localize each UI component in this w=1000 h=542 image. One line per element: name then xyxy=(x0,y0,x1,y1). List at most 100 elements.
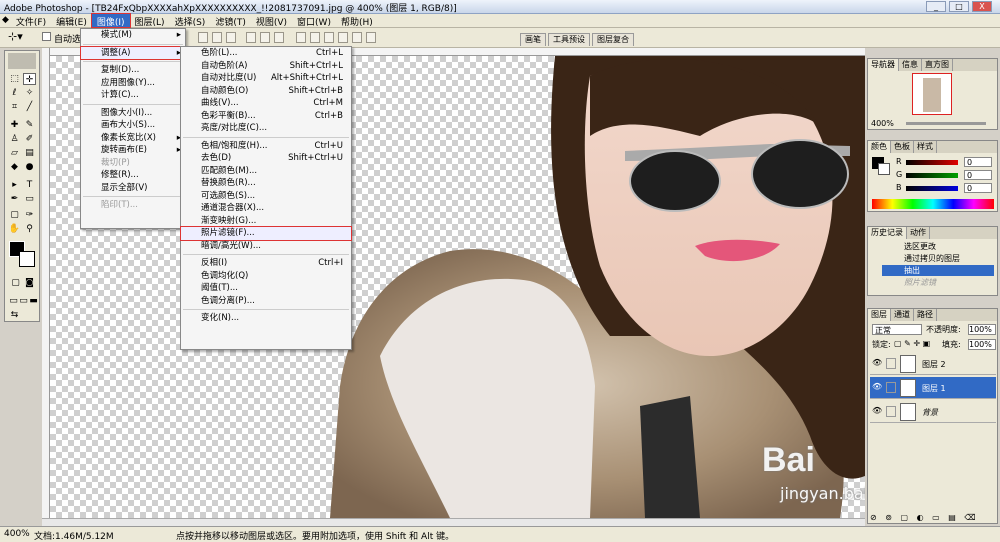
app-icon[interactable]: ◆ xyxy=(0,14,11,27)
history-state[interactable]: 抽出 xyxy=(882,265,994,276)
image-menu-item[interactable]: 陷印(T)... xyxy=(81,199,185,212)
menu-file[interactable]: 文件(F) xyxy=(11,14,51,28)
blend-mode-select[interactable]: 正常 xyxy=(872,324,922,335)
blur-tool-icon[interactable]: ◆ xyxy=(8,161,21,173)
marquee-tool-icon[interactable]: ⬚ xyxy=(8,73,21,85)
tab-tool-presets[interactable]: 工具预设 xyxy=(548,33,590,46)
adjust-menu-item[interactable]: 通道混合器(X)... xyxy=(181,202,351,215)
adjust-menu-item[interactable]: 色阶(L)... Ctrl+L xyxy=(181,47,351,60)
standard-mode-icon[interactable]: ▢ xyxy=(9,277,22,289)
distribute-top-icon[interactable] xyxy=(296,32,306,43)
menu-edit[interactable]: 编辑(E) xyxy=(51,14,92,28)
tab-layer-comps[interactable]: 图层复合 xyxy=(592,33,634,46)
channel-value-input[interactable]: 0 xyxy=(964,170,992,180)
adjust-menu-item[interactable]: 色相/饱和度(H)... Ctrl+U xyxy=(181,140,351,153)
color-bg-swatch[interactable] xyxy=(878,163,890,175)
navigator-zoom-slider[interactable] xyxy=(906,122,986,125)
image-menu-item[interactable]: 图像大小(I)... xyxy=(81,107,185,120)
adjust-menu-item[interactable]: 色彩平衡(B)... Ctrl+B xyxy=(181,110,351,123)
adjust-menu-item[interactable]: 变化(N)... xyxy=(181,312,351,325)
link-icon[interactable] xyxy=(886,406,896,417)
image-menu-item[interactable]: 调整(A) ▸ xyxy=(80,45,186,60)
background-color-swatch[interactable] xyxy=(19,251,35,267)
navigator-thumbnail[interactable] xyxy=(912,73,952,115)
close-button[interactable]: X xyxy=(972,1,992,12)
menu-layer[interactable]: 图层(L) xyxy=(130,14,170,28)
adjust-menu-item[interactable]: 暗调/高光(W)... xyxy=(181,240,351,253)
adjust-menu-item[interactable]: 可选颜色(S)... xyxy=(181,190,351,203)
navigator-zoom[interactable]: 400% xyxy=(871,119,894,128)
adjust-menu-item[interactable]: 自动对比度(U) Alt+Shift+Ctrl+L xyxy=(181,72,351,85)
fill-input[interactable]: 100% xyxy=(968,339,996,350)
channel-value-input[interactable]: 0 xyxy=(964,183,992,193)
move-tool-icon[interactable]: ⊹▾ xyxy=(8,30,23,43)
tab-styles[interactable]: 样式 xyxy=(914,141,937,153)
image-menu-item[interactable]: 画布大小(S)... xyxy=(81,119,185,132)
eyedropper-icon[interactable]: ✑ xyxy=(23,209,36,221)
adjust-menu-item[interactable]: 去色(D) Shift+Ctrl+U xyxy=(181,152,351,165)
distribute-left-icon[interactable] xyxy=(338,32,348,43)
healing-brush-icon[interactable]: ✚ xyxy=(8,119,21,131)
tab-history[interactable]: 历史记录 xyxy=(868,227,907,239)
align-bottom-icon[interactable] xyxy=(226,32,236,43)
history-state[interactable]: 选区更改 xyxy=(882,241,994,252)
link-icon[interactable] xyxy=(886,382,896,393)
image-menu-item[interactable]: 裁切(P) xyxy=(81,157,185,170)
tab-brushes[interactable]: 画笔 xyxy=(520,33,546,46)
tab-histogram[interactable]: 直方图 xyxy=(922,59,953,71)
adjust-menu-item[interactable]: 替换颜色(R)... xyxy=(181,177,351,190)
menu-filter[interactable]: 滤镜(T) xyxy=(210,14,251,28)
notes-tool-icon[interactable]: ▢ xyxy=(8,209,21,221)
slice-tool-icon[interactable]: ╱ xyxy=(23,101,36,113)
jump-to-imageready-icon[interactable]: ⇆ xyxy=(8,309,21,321)
channel-slider[interactable] xyxy=(906,186,958,191)
align-top-icon[interactable] xyxy=(198,32,208,43)
lasso-tool-icon[interactable]: ℓ xyxy=(8,87,21,99)
tab-swatches[interactable]: 色板 xyxy=(891,141,914,153)
opacity-input[interactable]: 100% xyxy=(968,324,996,335)
tab-color[interactable]: 颜色 xyxy=(868,141,891,153)
menu-select[interactable]: 选择(S) xyxy=(170,14,211,28)
adjust-menu-item[interactable]: 反相(I) Ctrl+I xyxy=(181,257,351,270)
crop-tool-icon[interactable]: ⌗ xyxy=(8,101,21,113)
path-select-icon[interactable]: ▸ xyxy=(8,179,21,191)
adjust-menu-item[interactable]: 亮度/对比度(C)... xyxy=(181,122,351,135)
type-tool-icon[interactable]: T xyxy=(23,179,36,191)
eye-icon[interactable]: 👁 xyxy=(872,406,882,415)
layers-footer-icons[interactable]: ⊘ ⊚ ▢ ◐ ▭ ▤ ⌫ xyxy=(870,513,996,523)
layer-row[interactable]: 👁 图层 2 xyxy=(870,353,996,375)
tab-actions[interactable]: 动作 xyxy=(907,227,930,239)
menu-help[interactable]: 帮助(H) xyxy=(336,14,378,28)
tab-navigator[interactable]: 导航器 xyxy=(868,59,899,71)
image-menu-item[interactable]: 计算(C)... xyxy=(81,89,185,102)
image-menu-item[interactable]: 模式(M) ▸ xyxy=(81,29,185,42)
lock-icons[interactable]: ▢ ✎ ✛ ▣ xyxy=(894,339,930,348)
align-left-icon[interactable] xyxy=(246,32,256,43)
channel-slider[interactable] xyxy=(906,173,958,178)
maximize-button[interactable]: □ xyxy=(949,1,969,12)
adjust-menu-item[interactable]: 自动颜色(O) Shift+Ctrl+B xyxy=(181,85,351,98)
history-state[interactable]: 照片滤镜 xyxy=(882,277,994,288)
dodge-tool-icon[interactable]: ● xyxy=(23,161,36,173)
hand-tool-icon[interactable]: ✋ xyxy=(8,223,21,235)
color-spectrum-bar[interactable] xyxy=(872,199,994,209)
menu-view[interactable]: 视图(V) xyxy=(251,14,292,28)
minimize-button[interactable]: _ xyxy=(926,1,946,12)
history-brush-icon[interactable]: ✐ xyxy=(23,133,36,145)
adjust-menu-item[interactable]: 色调均化(Q) xyxy=(181,270,351,283)
brush-tool-icon[interactable]: ✎ xyxy=(23,119,36,131)
history-state[interactable]: 通过拷贝的图层 xyxy=(882,253,994,264)
image-menu-item[interactable]: 像素长宽比(X) ▸ xyxy=(81,132,185,145)
gradient-tool-icon[interactable]: ▤ xyxy=(23,147,36,159)
align-right-icon[interactable] xyxy=(274,32,284,43)
distribute-bottom-icon[interactable] xyxy=(324,32,334,43)
adjust-menu-item[interactable]: 色调分离(P)... xyxy=(181,295,351,308)
align-vcenter-icon[interactable] xyxy=(212,32,222,43)
magic-wand-icon[interactable]: ✧ xyxy=(23,87,36,99)
tab-layers[interactable]: 图层 xyxy=(868,309,891,321)
eraser-tool-icon[interactable]: ▱ xyxy=(8,147,21,159)
adjust-menu-item[interactable]: 阈值(T)... xyxy=(181,282,351,295)
adjust-menu-item[interactable]: 渐变映射(G)... xyxy=(181,215,351,228)
pen-tool-icon[interactable]: ✒ xyxy=(8,193,21,205)
status-zoom[interactable]: 400% xyxy=(4,529,30,539)
